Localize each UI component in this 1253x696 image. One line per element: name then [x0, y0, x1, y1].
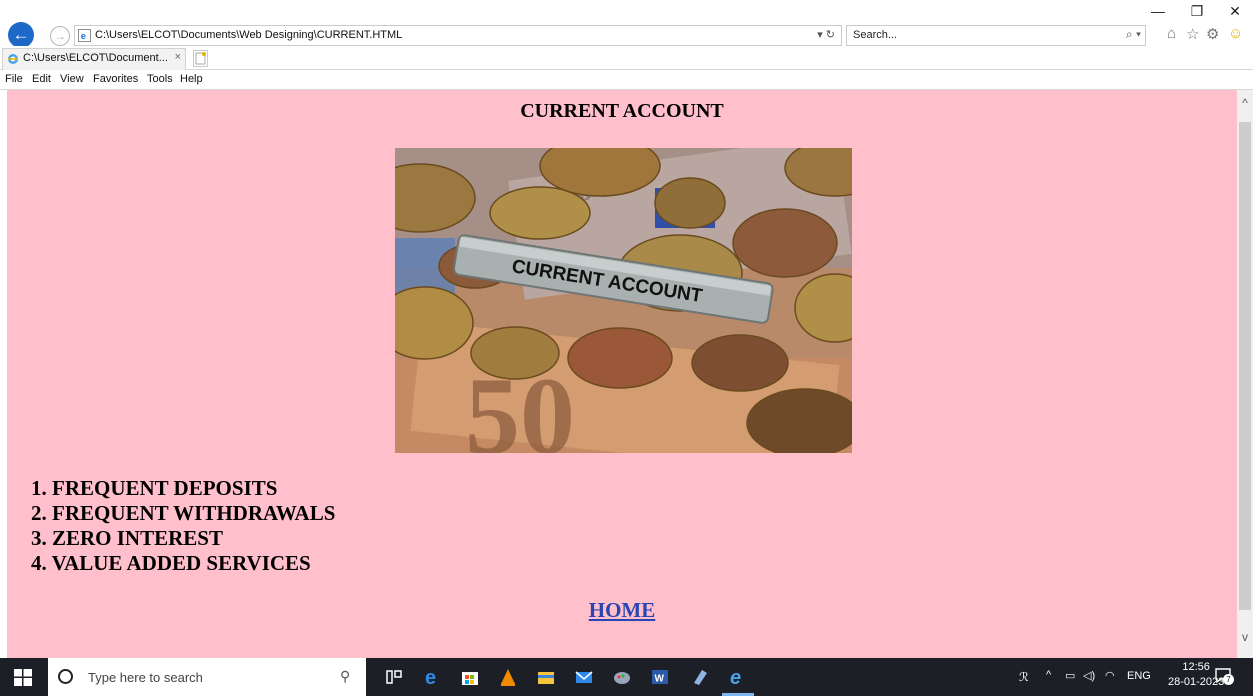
people-icon[interactable]: ℛ [1019, 670, 1029, 684]
scroll-down-icon[interactable]: v [1237, 630, 1253, 644]
back-button[interactable]: ← [8, 22, 34, 48]
vertical-scrollbar[interactable]: ^ v [1237, 90, 1253, 658]
notification-count-badge: 7 [1223, 674, 1234, 685]
search-icon[interactable]: ⌕ ▾ [1126, 27, 1141, 42]
back-arrow-icon: ← [12, 25, 30, 44]
paint-icon[interactable] [612, 667, 632, 687]
scroll-thumb[interactable] [1239, 122, 1251, 610]
scroll-up-icon[interactable]: ^ [1237, 96, 1253, 110]
tab-close-icon[interactable]: × [175, 51, 181, 63]
vlc-icon[interactable] [498, 667, 518, 687]
menu-favorites[interactable]: Favorites [93, 73, 138, 85]
forward-button[interactable]: → [50, 26, 70, 46]
minimize-button[interactable]: — [1143, 3, 1173, 19]
mail-icon[interactable] [574, 667, 594, 687]
address-url[interactable]: C:\Users\ELCOT\Documents\Web Designing\C… [95, 29, 402, 41]
page-title: CURRENT ACCOUNT [520, 100, 724, 122]
home-link[interactable]: HOME [589, 598, 656, 622]
feature-item: 1. FREQUENT DEPOSITS [31, 476, 278, 500]
settings-gear-icon[interactable]: ⚙ [1206, 25, 1219, 43]
tab-row: C:\Users\ELCOT\Document... × [0, 46, 1253, 70]
ie-tab-icon [8, 54, 18, 64]
features-list: 1. FREQUENT DEPOSITS 2. FREQUENT WITHDRA… [31, 476, 335, 576]
file-explorer-icon[interactable] [536, 667, 556, 687]
new-tab-icon [195, 52, 206, 65]
feature-item: 4. VALUE ADDED SERVICES [31, 551, 311, 575]
search-box[interactable]: Search... ⌕ ▾ [846, 25, 1146, 46]
battery-icon[interactable]: ▭ [1065, 669, 1075, 682]
tab-label: C:\Users\ELCOT\Document... [23, 52, 168, 64]
refresh-icon[interactable]: ▾ ↻ [817, 28, 835, 41]
svg-text:W: W [655, 674, 665, 685]
notification-center-button[interactable]: 7 [1214, 666, 1234, 685]
store-icon[interactable] [460, 667, 480, 687]
new-tab-button[interactable] [193, 50, 208, 67]
browser-titlebar: — ❐ ✕ ← → e C:\Users\ELCOT\Documents\Web… [0, 0, 1253, 48]
current-account-image: 50 100 CURRENT ACCOUNT [395, 148, 852, 453]
windows-start-icon[interactable] [14, 669, 32, 686]
task-view-icon[interactable] [384, 667, 404, 687]
home-icon[interactable]: ⌂ [1167, 25, 1176, 42]
tab-current[interactable]: C:\Users\ELCOT\Document... × [2, 48, 186, 70]
feature-item: 3. ZERO INTEREST [31, 526, 223, 550]
svg-text:e: e [730, 667, 741, 687]
close-window-button[interactable]: ✕ [1220, 3, 1250, 20]
menu-tools[interactable]: Tools [147, 73, 173, 85]
menu-edit[interactable]: Edit [32, 73, 51, 85]
menu-file[interactable]: File [5, 73, 23, 85]
address-bar[interactable]: e C:\Users\ELCOT\Documents\Web Designing… [74, 25, 842, 46]
windows-taskbar: Type here to search ⚲ e W e ℛ ^ ▭ ◁) ◠ E… [0, 658, 1253, 696]
app-icon[interactable] [690, 667, 710, 687]
internet-explorer-icon[interactable]: e [728, 667, 748, 687]
taskbar-search-box[interactable]: Type here to search ⚲ [48, 658, 366, 696]
svg-text:e: e [425, 667, 436, 687]
restore-button[interactable]: ❐ [1182, 3, 1212, 20]
edge-icon[interactable]: e [422, 667, 442, 687]
feedback-smiley-icon[interactable]: ☺ [1228, 25, 1243, 42]
word-icon[interactable]: W [650, 667, 670, 687]
menu-help[interactable]: Help [180, 73, 203, 85]
favorites-star-icon[interactable]: ☆ [1186, 25, 1199, 43]
language-indicator[interactable]: ENG [1127, 670, 1151, 682]
volume-icon[interactable]: ◁) [1083, 669, 1095, 682]
microphone-icon[interactable]: ⚲ [340, 668, 350, 685]
wifi-icon[interactable]: ◠ [1105, 669, 1115, 682]
menu-view[interactable]: View [60, 73, 84, 85]
feature-item: 2. FREQUENT WITHDRAWALS [31, 501, 336, 525]
ie-page-icon: e [78, 29, 91, 42]
search-input[interactable]: Search... [853, 29, 897, 41]
home-link-container: HOME [7, 598, 1237, 623]
page-content: CURRENT ACCOUNT 50 100 [7, 90, 1237, 658]
forward-arrow-icon: → [54, 29, 66, 43]
cortana-circle-icon [58, 669, 73, 684]
svg-text:e: e [81, 31, 86, 41]
show-hidden-icons-icon[interactable]: ^ [1046, 669, 1051, 681]
menu-bar: File Edit View Favorites Tools Help [0, 70, 1253, 90]
taskbar-search-input[interactable]: Type here to search [88, 670, 203, 685]
